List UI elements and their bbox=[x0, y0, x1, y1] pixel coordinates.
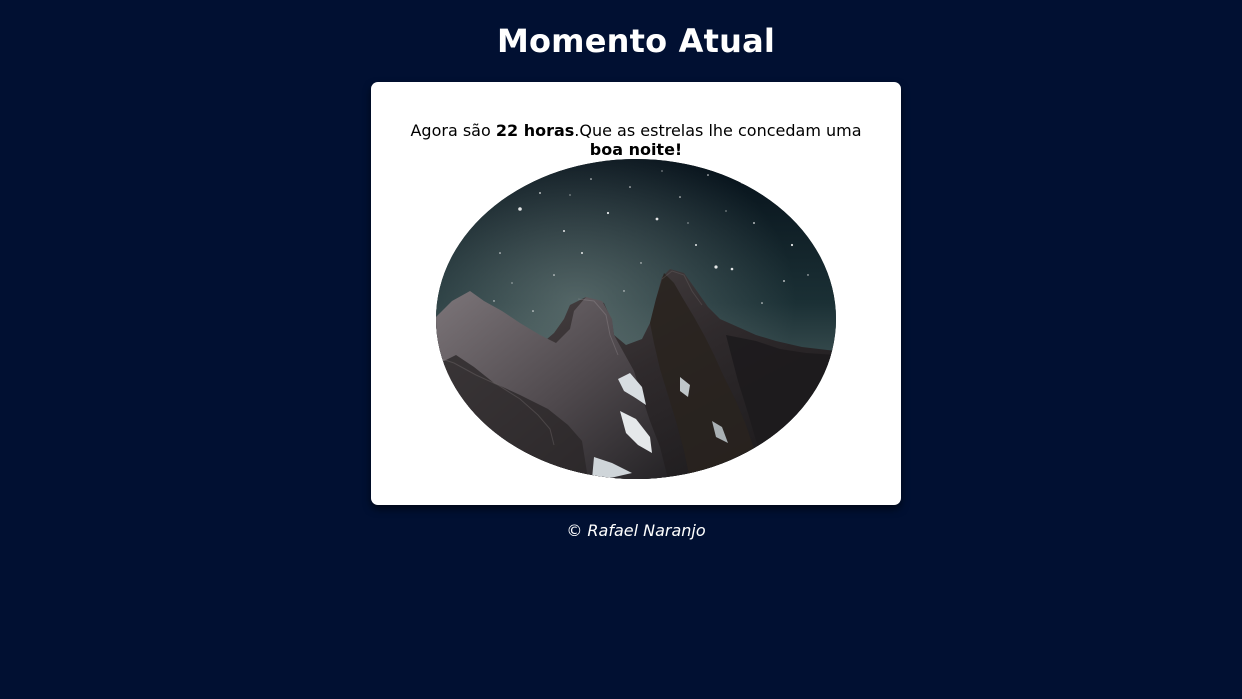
page-title: Momento Atual bbox=[496, 22, 776, 60]
greeting-text: boa noite! bbox=[589, 140, 683, 159]
hour-value: 22 horas bbox=[495, 121, 575, 140]
message-prefix: Agora são bbox=[410, 121, 496, 140]
time-card: Agora são 22 horas.Que as estrelas lhe c… bbox=[371, 82, 901, 505]
page: Momento Atual Agora são 22 horas.Que as … bbox=[0, 0, 1242, 699]
message-middle: .Que as estrelas lhe concedam uma bbox=[574, 121, 862, 140]
mountain-night-scene bbox=[436, 159, 836, 479]
time-message: Agora são 22 horas.Que as estrelas lhe c… bbox=[401, 121, 871, 159]
copyright-footer: © Rafael Naranjo bbox=[566, 521, 706, 540]
night-image bbox=[436, 159, 836, 479]
